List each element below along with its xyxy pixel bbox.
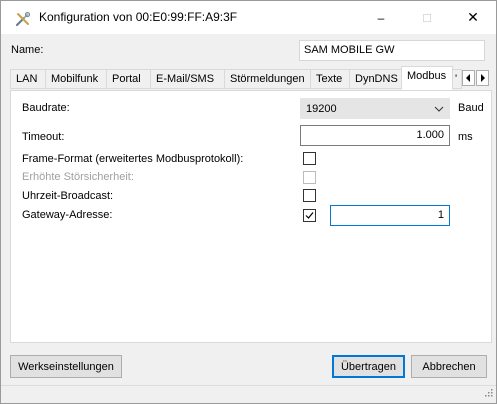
close-button[interactable]: ✕ [450, 1, 496, 34]
timeout-label: Timeout: [22, 131, 65, 143]
tab-scroll-right[interactable] [476, 70, 489, 86]
tab-scroll-left[interactable] [462, 70, 475, 86]
close-icon: ✕ [467, 9, 479, 25]
tab-portal[interactable]: Portal [106, 69, 151, 89]
title-bar[interactable]: Konfiguration von 00:E0:99:FF:A9:3F – □ … [1, 1, 496, 34]
chevron-down-icon [434, 104, 444, 116]
frame-format-label: Frame-Format (erweitertes Modbusprotokol… [22, 153, 244, 165]
baudrate-value: 19200 [306, 103, 337, 115]
frame-format-checkbox[interactable] [303, 152, 316, 165]
baudrate-select[interactable]: 19200 [300, 98, 450, 119]
timeout-unit: ms [458, 131, 473, 143]
uhrzeit-broadcast-label: Uhrzeit-Broadcast: [22, 190, 114, 202]
gateway-adresse-input[interactable]: 1 [330, 205, 450, 226]
timeout-input[interactable]: 1.000 [300, 125, 450, 146]
resize-grip-icon[interactable] [483, 386, 493, 400]
tab-lan[interactable]: LAN [10, 69, 46, 89]
arrow-left-icon [465, 71, 472, 85]
tab-modbus[interactable]: Modbus [401, 66, 453, 90]
baudrate-label: Baudrate: [22, 102, 70, 114]
stoersicherheit-checkbox[interactable] [303, 171, 316, 184]
baudrate-unit: Baud [458, 102, 484, 114]
werkseinstellungen-button[interactable]: Werkseinstellungen [10, 355, 122, 378]
tab-overflow[interactable]: ' [452, 69, 462, 89]
minimize-button[interactable]: – [358, 1, 404, 34]
config-window: Konfiguration von 00:E0:99:FF:A9:3F – □ … [0, 0, 497, 404]
status-bar [1, 385, 496, 403]
abbrechen-button[interactable]: Abbrechen [411, 355, 487, 378]
maximize-icon: □ [423, 10, 431, 25]
modbus-panel: Baudrate: 19200 Baud Timeout: 1.000 ms F… [10, 90, 492, 343]
tab-texte[interactable]: Texte [310, 69, 350, 89]
gateway-adresse-label: Gateway-Adresse: [22, 209, 113, 221]
tools-icon [15, 11, 31, 27]
stoersicherheit-label: Erhöhte Störsicherheit: [22, 171, 134, 183]
name-field[interactable]: SAM MOBILE GW [299, 40, 485, 61]
name-label: Name: [11, 44, 44, 56]
gateway-adresse-checkbox[interactable] [303, 209, 316, 222]
tab-strip: LAN Mobilfunk Portal E-Mail/SMS Störmeld… [10, 66, 492, 90]
uhrzeit-broadcast-checkbox[interactable] [303, 189, 316, 202]
uebertragen-button[interactable]: Übertragen [332, 355, 405, 378]
tab-stoermeldungen[interactable]: Störmeldungen [224, 69, 311, 89]
arrow-right-icon [479, 71, 486, 85]
tab-mobilfunk[interactable]: Mobilfunk [45, 69, 107, 89]
maximize-button[interactable]: □ [404, 1, 450, 34]
tab-email-sms[interactable]: E-Mail/SMS [150, 69, 225, 89]
name-row: Name: SAM MOBILE GW [1, 39, 496, 63]
minimize-icon: – [377, 10, 385, 25]
checkmark-icon [305, 212, 314, 219]
tab-dyndns[interactable]: DynDNS [349, 69, 403, 89]
window-title: Konfiguration von 00:E0:99:FF:A9:3F [39, 10, 238, 24]
